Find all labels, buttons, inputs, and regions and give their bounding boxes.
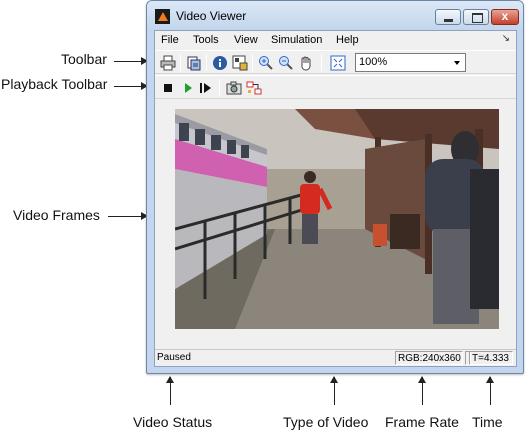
toolbar-separator xyxy=(206,54,207,71)
status-bar: Paused RGB:240x360 T=4.333 xyxy=(155,349,516,366)
annotation-toolbar: Toolbar xyxy=(61,51,107,67)
menu-tools[interactable]: Tools xyxy=(193,34,219,46)
video-type-status: RGB:240x360 xyxy=(395,351,463,365)
zoom-level-value: 100% xyxy=(359,56,388,68)
pixel-region-icon[interactable] xyxy=(231,54,249,72)
video-viewer-window: Video Viewer x File Tools View Simulatio… xyxy=(146,0,524,374)
time-status: T=4.333 xyxy=(469,351,513,365)
highlight-simulink-icon[interactable] xyxy=(245,79,263,97)
video-status: Paused xyxy=(157,352,191,363)
menu-file[interactable]: File xyxy=(161,34,179,46)
title-bar[interactable]: Video Viewer x xyxy=(147,1,523,31)
toolbar-separator xyxy=(180,54,181,71)
arrow-time xyxy=(486,376,494,405)
close-icon: x xyxy=(501,9,509,23)
zoom-out-icon[interactable] xyxy=(277,54,295,72)
arrow-toolbar xyxy=(114,57,148,65)
matlab-logo-icon xyxy=(155,9,170,24)
main-toolbar: 100% xyxy=(155,50,516,74)
zoom-level-select[interactable]: 100% xyxy=(355,53,466,72)
play-icon[interactable] xyxy=(179,79,197,97)
menu-view[interactable]: View xyxy=(234,34,258,46)
video-display-area xyxy=(155,101,516,350)
arrow-playback-toolbar xyxy=(114,82,148,90)
new-window-icon[interactable] xyxy=(185,54,203,72)
annotation-playback-toolbar: Playback Toolbar xyxy=(1,76,108,92)
menu-bar: File Tools View Simulation Help ↘ xyxy=(155,31,516,49)
stop-icon[interactable] xyxy=(159,79,177,97)
arrow-video-frames xyxy=(108,212,148,220)
info-icon[interactable] xyxy=(211,54,229,72)
arrow-video-status xyxy=(166,376,174,405)
playback-toolbar xyxy=(155,75,516,99)
annotation-video-frames: Video Frames xyxy=(13,207,100,223)
minimize-button[interactable] xyxy=(435,9,461,25)
window-client-area: File Tools View Simulation Help ↘ 100% P… xyxy=(154,30,517,367)
toolbar-separator xyxy=(219,79,220,96)
close-button[interactable]: x xyxy=(491,9,519,25)
pan-icon[interactable] xyxy=(297,54,315,72)
annotation-video-status: Video Status xyxy=(133,414,213,430)
fit-to-window-icon[interactable] xyxy=(329,54,347,72)
arrow-frame-rate xyxy=(418,376,426,405)
print-icon[interactable] xyxy=(159,54,177,72)
toolbar-separator xyxy=(252,54,253,71)
snapshot-icon[interactable] xyxy=(225,79,243,97)
window-title: Video Viewer xyxy=(176,9,247,23)
menu-simulation[interactable]: Simulation xyxy=(271,34,322,46)
dock-arrow-icon[interactable]: ↘ xyxy=(502,33,510,44)
arrow-type-of-video xyxy=(330,376,338,405)
toolbar-separator xyxy=(321,54,322,71)
menu-help[interactable]: Help xyxy=(336,34,359,46)
chevron-down-icon xyxy=(454,61,460,65)
video-frame-image xyxy=(175,109,499,329)
zoom-in-icon[interactable] xyxy=(257,54,275,72)
annotation-type-of-video: Type of Video xyxy=(283,414,369,430)
maximize-button[interactable] xyxy=(463,9,489,25)
annotation-time: Time xyxy=(472,414,503,430)
step-forward-icon[interactable] xyxy=(197,79,215,97)
video-frame[interactable] xyxy=(175,109,499,329)
annotation-frame-rate: Frame Rate xyxy=(385,414,459,430)
